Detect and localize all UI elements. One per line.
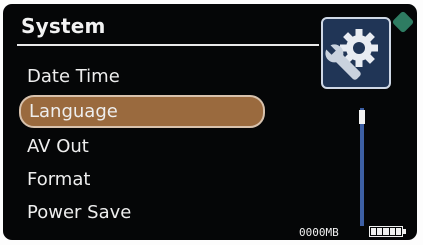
scrollbar-thumb[interactable] — [359, 110, 365, 124]
battery-terminal — [403, 229, 406, 234]
battery-cell — [377, 228, 383, 235]
menu-item-power-save[interactable]: Power Save — [19, 196, 279, 229]
menu-item-date-time[interactable]: Date Time — [19, 60, 279, 93]
gear-and-wrench-icon — [324, 29, 378, 80]
corner-badge — [391, 10, 415, 34]
system-menu: Date Time Language AV Out Format Power S… — [19, 60, 279, 229]
battery-cell — [389, 228, 395, 235]
battery-cell — [383, 228, 389, 235]
battery-cell — [395, 228, 402, 235]
menu-item-format[interactable]: Format — [19, 163, 279, 196]
battery-icon — [369, 226, 403, 237]
scrollbar-track[interactable] — [360, 108, 364, 226]
page-title: System — [21, 14, 106, 38]
battery-cell — [371, 228, 377, 235]
title-divider — [17, 44, 319, 46]
settings-tile — [321, 17, 391, 89]
device-screen: System Date Time Language AV Out Format … — [3, 4, 417, 240]
menu-item-av-out[interactable]: AV Out — [19, 130, 279, 163]
menu-item-language[interactable]: Language — [19, 95, 265, 128]
storage-readout: 0000MB — [299, 226, 339, 239]
